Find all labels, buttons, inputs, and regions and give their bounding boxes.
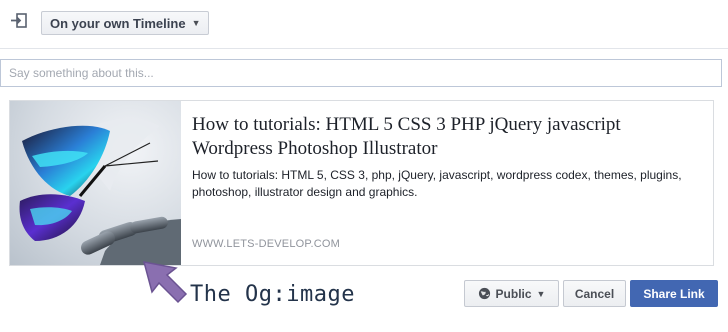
chevron-down-icon: ▼ <box>191 18 201 28</box>
globe-icon <box>478 287 490 300</box>
share-arrow-icon <box>10 12 28 30</box>
share-link-button[interactable]: Share Link <box>630 280 718 307</box>
link-preview-title[interactable]: How to tutorials: HTML 5 CSS 3 PHP jQuer… <box>192 113 702 161</box>
share-destination-dropdown[interactable]: On your own Timeline ▼ <box>41 11 210 35</box>
annotation-arrow-icon <box>142 261 188 304</box>
og-image-thumbnail <box>10 101 181 265</box>
link-preview-card[interactable]: How to tutorials: HTML 5 CSS 3 PHP jQuer… <box>9 100 714 266</box>
audience-selector-button[interactable]: Public ▼ <box>464 280 559 307</box>
og-image-annotation: The Og:image <box>190 282 355 307</box>
link-preview-domain: WWW.LETS-DEVELOP.COM <box>192 238 341 250</box>
chevron-down-icon: ▼ <box>536 288 546 299</box>
share-link-label: Share Link <box>643 286 705 301</box>
link-preview-description: How to tutorials: HTML 5, CSS 3, php, jQ… <box>192 168 682 199</box>
share-destination-label: On your own Timeline <box>50 15 186 31</box>
status-input[interactable] <box>0 59 722 87</box>
cancel-button[interactable]: Cancel <box>563 280 626 307</box>
divider <box>0 48 728 49</box>
audience-label: Public <box>495 286 532 301</box>
cancel-label: Cancel <box>574 286 615 301</box>
